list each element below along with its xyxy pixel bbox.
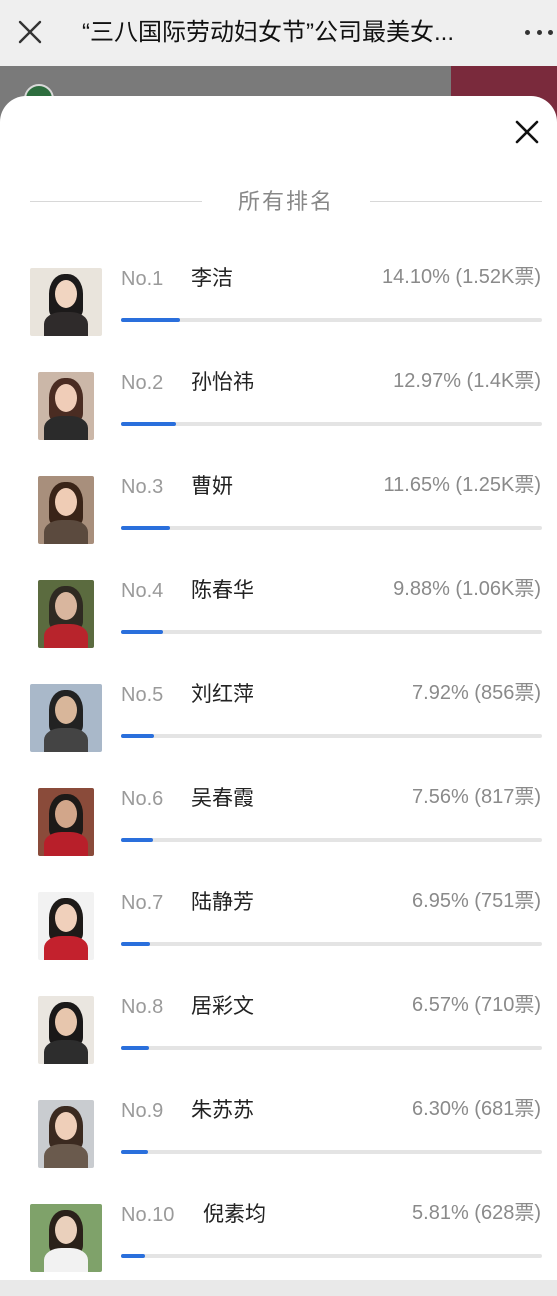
- vote-stat: 11.65% (1.25K票): [383, 474, 542, 496]
- vote-progress-fill: [121, 838, 153, 842]
- rank-number: No.7: [121, 892, 164, 914]
- vote-progress-track: [121, 630, 542, 634]
- candidate-avatar: [30, 268, 102, 336]
- rank-row[interactable]: No.2 孙怡祎 12.97% (1.4K票): [0, 360, 557, 464]
- vote-progress-fill: [121, 1150, 148, 1154]
- rank-number: No.6: [121, 788, 164, 810]
- candidate-name: 李洁: [191, 267, 233, 290]
- candidate-name: 倪素均: [203, 1203, 266, 1226]
- vote-progress-track: [121, 1254, 542, 1258]
- close-icon[interactable]: [16, 18, 44, 46]
- more-dot: [525, 29, 530, 35]
- candidate-name: 陈春华: [191, 579, 254, 602]
- vote-stat: 12.97% (1.4K票): [393, 370, 541, 392]
- vote-progress-track: [121, 1150, 542, 1154]
- rank-row[interactable]: No.10 倪素均 5.81% (628票): [0, 1192, 557, 1296]
- rank-row[interactable]: No.3 曹妍 11.65% (1.25K票): [0, 464, 557, 568]
- candidate-avatar: [38, 372, 94, 440]
- top-bar: “三八国际劳动妇女节”公司最美女...: [0, 0, 557, 66]
- candidate-name: 朱苏苏: [191, 1099, 254, 1122]
- vote-stat: 9.88% (1.06K票): [393, 578, 541, 600]
- candidate-name: 陆静芳: [191, 891, 254, 914]
- vote-progress-track: [121, 734, 542, 738]
- rank-row[interactable]: No.9 朱苏苏 6.30% (681票): [0, 1088, 557, 1192]
- ranking-sheet: 所有排名 No.1 李洁 14.10% (1.52K票) No.2 孙怡祎 12.97% …: [0, 96, 557, 1280]
- candidate-avatar: [38, 996, 94, 1064]
- vote-stat: 5.81% (628票): [412, 1202, 541, 1224]
- vote-progress-fill: [121, 1046, 149, 1050]
- vote-progress-track: [121, 318, 542, 322]
- candidate-avatar: [38, 476, 94, 544]
- vote-progress-track: [121, 526, 542, 530]
- page-title: “三八国际劳动妇女节”公司最美女...: [82, 19, 454, 46]
- candidate-name: 吴春霞: [191, 787, 254, 810]
- candidate-name: 刘红萍: [191, 683, 254, 706]
- section-title: 所有排名: [237, 189, 334, 214]
- vote-progress-fill: [121, 318, 180, 322]
- vote-stat: 6.95% (751票): [412, 890, 541, 912]
- rank-row[interactable]: No.7 陆静芳 6.95% (751票): [0, 880, 557, 984]
- candidate-name: 孙怡祎: [191, 371, 254, 394]
- rank-number: No.8: [121, 996, 164, 1018]
- rank-row[interactable]: No.5 刘红萍 7.92% (856票): [0, 672, 557, 776]
- more-icon[interactable]: [525, 20, 553, 44]
- section-header: 所有排名: [30, 184, 542, 220]
- rank-row[interactable]: No.6 吴春霞 7.56% (817票): [0, 776, 557, 880]
- more-dot: [536, 29, 542, 35]
- candidate-avatar: [38, 892, 94, 960]
- candidate-avatar: [38, 788, 94, 856]
- vote-stat: 6.30% (681票): [412, 1098, 541, 1120]
- rank-number: No.1: [121, 268, 164, 290]
- candidate-avatar: [30, 684, 102, 752]
- vote-progress-fill: [121, 526, 170, 530]
- rank-number: No.5: [121, 684, 164, 706]
- rank-row[interactable]: No.1 李洁 14.10% (1.52K票): [0, 256, 557, 360]
- rank-row[interactable]: No.4 陈春华 9.88% (1.06K票): [0, 568, 557, 672]
- vote-stat: 7.92% (856票): [412, 682, 541, 704]
- vote-progress-track: [121, 942, 542, 946]
- rank-number: No.2: [121, 372, 164, 394]
- rank-number: No.9: [121, 1100, 164, 1122]
- vote-progress-track: [121, 838, 542, 842]
- vote-progress-track: [121, 1046, 542, 1050]
- candidate-name: 曹妍: [191, 475, 233, 498]
- vote-stat: 14.10% (1.52K票): [382, 266, 541, 288]
- vote-progress-track: [121, 422, 542, 426]
- divider: [370, 201, 542, 202]
- candidate-avatar: [38, 580, 94, 648]
- close-icon[interactable]: [513, 118, 541, 146]
- rank-number: No.10: [121, 1204, 175, 1226]
- vote-stat: 6.57% (710票): [412, 994, 541, 1016]
- vote-progress-fill: [121, 422, 176, 426]
- vote-progress-fill: [121, 630, 163, 634]
- vote-progress-fill: [121, 734, 154, 738]
- rank-row[interactable]: No.8 居彩文 6.57% (710票): [0, 984, 557, 1088]
- vote-progress-fill: [121, 942, 150, 946]
- candidate-avatar: [30, 1204, 102, 1272]
- rank-number: No.4: [121, 580, 164, 602]
- vote-progress-fill: [121, 1254, 145, 1258]
- candidate-avatar: [38, 1100, 94, 1168]
- rank-number: No.3: [121, 476, 164, 498]
- more-dot: [548, 29, 553, 35]
- candidate-name: 居彩文: [191, 995, 254, 1018]
- vote-stat: 7.56% (817票): [412, 786, 541, 808]
